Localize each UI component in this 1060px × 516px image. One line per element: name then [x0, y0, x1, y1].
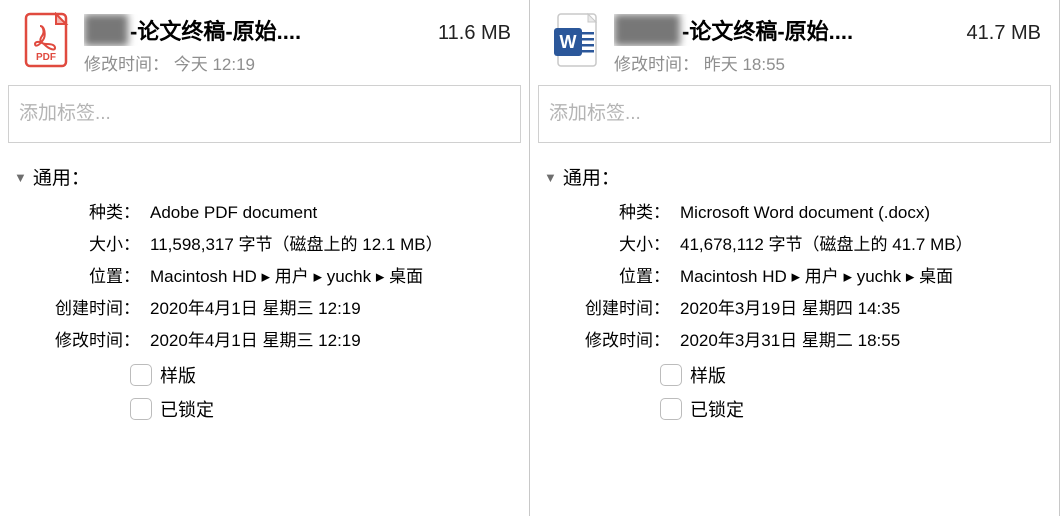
file-size: 11.6 MB [438, 22, 511, 45]
file-header: W 名字名-论文终稿-原始.... 41.7 MB 修改时间： 昨天 18:55 [530, 0, 1059, 79]
stationery-checkbox[interactable] [130, 364, 152, 386]
stationery-label: 样版 [160, 362, 196, 388]
tags-input[interactable] [9, 86, 520, 142]
pdf-file-icon: PDF [22, 12, 70, 68]
size-value: 11,598,317 字节（磁盘上的 12.1 MB） [150, 232, 511, 258]
locked-label: 已锁定 [160, 396, 214, 422]
where-value: Macintosh HD ▸ 用户 ▸ yuchk ▸ 桌面 [150, 264, 511, 290]
modified-label: 修改时间： [18, 328, 150, 354]
modified-value: 2020年3月31日 星期二 18:55 [680, 328, 1041, 354]
kind-label: 种类： [18, 200, 150, 226]
kind-value: Microsoft Word document (.docx) [680, 200, 1041, 226]
size-label: 大小： [18, 232, 150, 258]
general-details: 种类： Microsoft Word document (.docx) 大小： … [530, 196, 1059, 438]
section-title: 通用： [33, 163, 90, 190]
created-value: 2020年3月19日 星期四 14:35 [680, 296, 1041, 322]
tags-field[interactable] [538, 85, 1051, 143]
general-section-header[interactable]: ▼ 通用： [0, 153, 529, 196]
section-title: 通用： [563, 163, 620, 190]
locked-checkbox[interactable] [130, 398, 152, 420]
file-size: 41.7 MB [967, 22, 1041, 45]
disclosure-triangle-icon[interactable]: ▼ [544, 170, 557, 185]
file-name: 名字-论文终稿-原始.... [84, 14, 301, 46]
file-name: 名字名-论文终稿-原始.... [614, 14, 853, 46]
kind-label: 种类： [548, 200, 680, 226]
created-label: 创建时间： [18, 296, 150, 322]
info-pane-left: PDF 名字-论文终稿-原始.... 11.6 MB 修改时间： 今天 12:1… [0, 0, 530, 516]
tags-field[interactable] [8, 85, 521, 143]
file-header: PDF 名字-论文终稿-原始.... 11.6 MB 修改时间： 今天 12:1… [0, 0, 529, 79]
modified-value: 2020年4月1日 星期三 12:19 [150, 328, 511, 354]
general-details: 种类： Adobe PDF document 大小： 11,598,317 字节… [0, 196, 529, 438]
where-value: Macintosh HD ▸ 用户 ▸ yuchk ▸ 桌面 [680, 264, 1041, 290]
general-section-header[interactable]: ▼ 通用： [530, 153, 1059, 196]
created-value: 2020年4月1日 星期三 12:19 [150, 296, 511, 322]
tags-input[interactable] [539, 86, 1050, 142]
stationery-checkbox[interactable] [660, 364, 682, 386]
kind-value: Adobe PDF document [150, 200, 511, 226]
stationery-label: 样版 [690, 362, 726, 388]
locked-label: 已锁定 [690, 396, 744, 422]
size-value: 41,678,112 字节（磁盘上的 41.7 MB） [680, 232, 1041, 258]
locked-checkbox[interactable] [660, 398, 682, 420]
where-label: 位置： [548, 264, 680, 290]
modified-label: 修改时间： [548, 328, 680, 354]
svg-text:PDF: PDF [36, 52, 56, 63]
word-file-icon: W [552, 12, 600, 68]
modified-summary: 修改时间： 今天 12:19 [84, 50, 511, 75]
created-label: 创建时间： [548, 296, 680, 322]
modified-summary: 修改时间： 昨天 18:55 [614, 50, 1041, 75]
size-label: 大小： [548, 232, 680, 258]
disclosure-triangle-icon[interactable]: ▼ [14, 170, 27, 185]
where-label: 位置： [18, 264, 150, 290]
svg-text:W: W [560, 32, 577, 52]
info-pane-right: W 名字名-论文终稿-原始.... 41.7 MB 修改时间： 昨天 18:55… [530, 0, 1060, 516]
